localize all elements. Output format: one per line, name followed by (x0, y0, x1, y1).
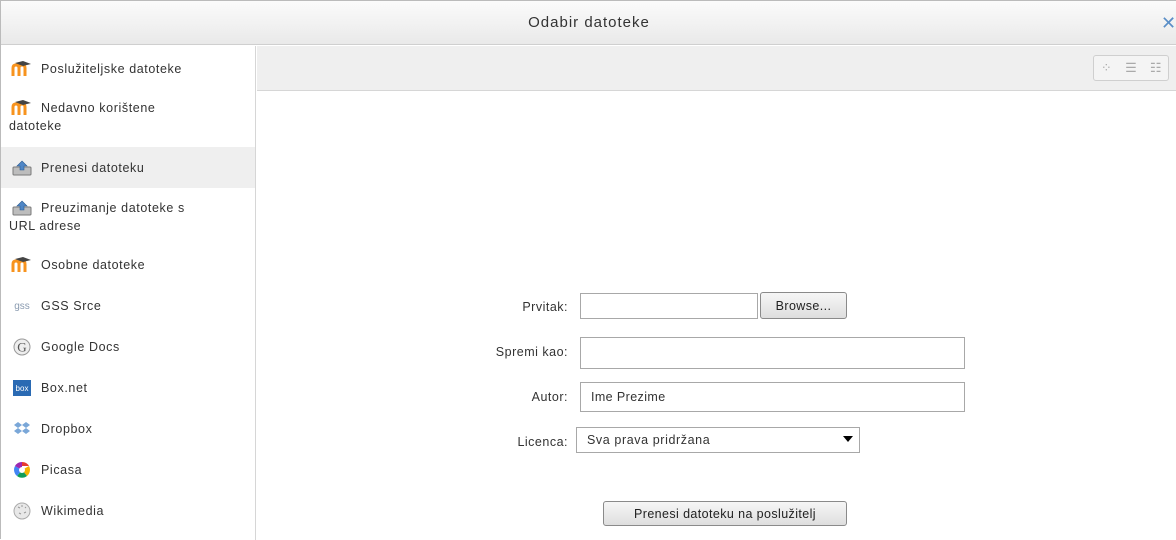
sidebar-item-private-files[interactable]: Osobne datoteke (1, 246, 255, 287)
upload-button[interactable]: Prenesi datoteku na poslužitelj (603, 501, 847, 526)
saveas-input[interactable] (580, 337, 965, 369)
list-view-icon[interactable]: ☰ (1119, 56, 1144, 80)
sidebar-item-label: Google Docs (41, 340, 120, 354)
license-label: Licenca: (517, 435, 568, 449)
saveas-label: Spremi kao: (495, 345, 568, 359)
svg-text:G: G (17, 340, 26, 355)
moodle-icon (11, 60, 33, 78)
moodle-icon (11, 99, 33, 117)
sidebar-item-url-download[interactable]: Preuzimanje datoteke s URL adrese (1, 188, 255, 246)
sidebar-item-label: Picasa (41, 463, 83, 477)
dialog-title: Odabir datoteke (528, 14, 650, 31)
close-icon[interactable]: ✕ (1161, 14, 1176, 32)
sidebar-item-label: Osobne datoteke (41, 258, 146, 272)
dropbox-icon (11, 420, 33, 438)
wikimedia-icon (11, 502, 33, 520)
sidebar-item-label: Preuzimanje datoteke s (41, 201, 185, 215)
sidebar-item-label: Prenesi datoteku (41, 161, 145, 175)
sidebar-item-dropbox[interactable]: Dropbox (1, 410, 255, 451)
icons-view-icon[interactable]: ⁘ (1094, 56, 1119, 80)
attachment-field[interactable] (580, 293, 758, 319)
sidebar-item-google-docs[interactable]: G Google Docs (1, 328, 255, 369)
chevron-down-icon (843, 436, 853, 442)
gss-icon: gss (14, 300, 30, 312)
browse-button[interactable]: Browse... (760, 292, 847, 319)
sidebar-item-label: Dropbox (41, 422, 93, 436)
author-input[interactable] (580, 382, 965, 412)
attachment-label: Prvitak: (522, 300, 568, 314)
author-label: Autor: (531, 390, 568, 404)
svg-text:box: box (16, 384, 29, 393)
license-select-value: Sva prava pridržana (587, 433, 711, 447)
sidebar-item-upload-file[interactable]: Prenesi datoteku (1, 147, 255, 188)
tree-view-icon[interactable]: ☷ (1143, 56, 1168, 80)
sidebar-item-box-net[interactable]: box Box.net (1, 369, 255, 410)
view-switcher: ⁘ ☰ ☷ (1093, 55, 1169, 81)
sidebar-item-gss-srce[interactable]: gss GSS Srce (1, 287, 255, 328)
sidebar-item-label-line2: datoteke (9, 119, 62, 133)
sidebar-item-label: GSS Srce (41, 299, 102, 313)
sidebar-item-label: Poslužiteljske datoteke (41, 62, 182, 76)
sidebar-item-label: Box.net (41, 381, 88, 395)
sidebar-item-recent-files[interactable]: Nedavno korištene datoteke (1, 91, 255, 147)
sidebar-item-label: Wikimedia (41, 504, 105, 518)
sidebar-item-picasa[interactable]: Picasa (1, 451, 255, 492)
box-icon: box (11, 379, 33, 397)
sidebar-item-wikimedia[interactable]: Wikimedia (1, 492, 255, 533)
moodle-icon (11, 256, 33, 274)
sidebar-item-label: Nedavno korištene (41, 101, 156, 115)
sidebar-item-server-files[interactable]: Poslužiteljske datoteke (1, 46, 255, 91)
dialog-titlebar: Odabir datoteke ✕ (1, 1, 1176, 45)
google-icon: G (11, 338, 33, 356)
sidebar-item-label-line2: URL adrese (9, 219, 82, 233)
picasa-icon (11, 461, 33, 479)
file-picker-dialog: Odabir datoteke ✕ Poslužiteljske datotek… (0, 0, 1176, 540)
repository-sidebar: Poslužiteljske datoteke Nedavno korišten… (1, 46, 256, 540)
upload-icon (11, 159, 33, 177)
upload-icon (11, 199, 33, 217)
content-toolbar: ⁘ ☰ ☷ (257, 46, 1176, 91)
license-select[interactable]: Sva prava pridržana (576, 427, 860, 453)
